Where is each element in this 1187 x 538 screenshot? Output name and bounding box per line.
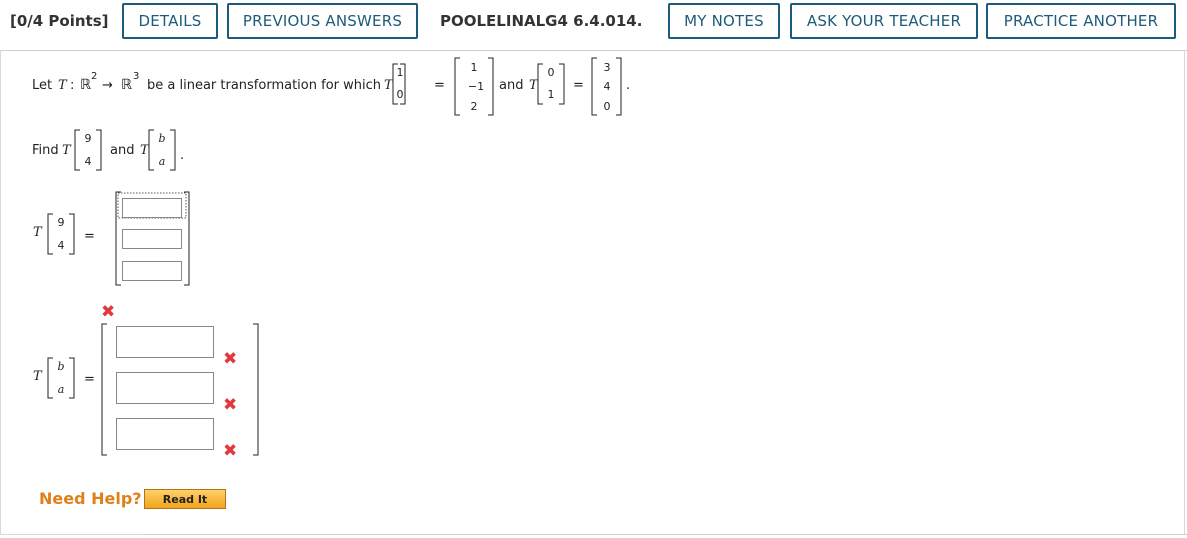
e2-entry-1: 0: [547, 66, 555, 79]
t-e2-entry-3: 0: [603, 100, 611, 113]
and-text: and: [499, 78, 524, 93]
transform-symbol: T: [58, 78, 67, 93]
arrow: →: [102, 78, 113, 93]
v2-entry-1: b: [158, 132, 166, 145]
x-mark-icon: ✖: [223, 349, 238, 369]
e2-entry-2: 1: [547, 88, 555, 101]
intro-text: Let: [32, 78, 53, 93]
transform-symbol: T: [62, 143, 71, 158]
equals: =: [84, 229, 95, 244]
v1-entry-1: 9: [57, 216, 65, 229]
x-mark-icon: ✖: [223, 441, 238, 461]
answer1-input-1[interactable]: [122, 198, 182, 219]
transform-symbol: T: [33, 369, 42, 384]
period: .: [180, 148, 185, 163]
x-mark-icon: ✖: [101, 302, 116, 322]
transform-symbol: T: [140, 143, 149, 158]
v1-entry-2: 4: [57, 239, 65, 252]
transform-symbol: T: [529, 78, 538, 93]
e1-entry-2: 0: [396, 88, 404, 101]
answer2-input-1[interactable]: [116, 326, 214, 358]
answer2-field-2[interactable]: [117, 373, 213, 403]
answer2-input-3[interactable]: [116, 418, 214, 450]
answer1-field-1[interactable]: [123, 200, 181, 219]
colon: :: [70, 78, 75, 93]
and-text: and: [110, 143, 135, 158]
read-it-button[interactable]: Read It: [144, 489, 226, 509]
divider: [144, 534, 1187, 535]
e1-entry-1: 1: [396, 66, 404, 79]
equals: =: [84, 372, 95, 387]
intro-rest: be a linear transformation for which: [147, 78, 381, 93]
answer2-field-3[interactable]: [117, 419, 213, 449]
t-e1-entry-2: −1: [467, 80, 485, 93]
codomain-R: ℝ: [121, 77, 133, 93]
t-e2-entry-2: 4: [603, 80, 611, 93]
transform-symbol: T: [33, 225, 42, 240]
answer1-field-2[interactable]: [123, 231, 181, 250]
t-e1-entry-3: 2: [470, 100, 478, 113]
t-e1-entry-1: 1: [470, 61, 478, 74]
equals: =: [434, 78, 445, 93]
answer2-input-2[interactable]: [116, 372, 214, 404]
answer1-field-3[interactable]: [123, 263, 181, 282]
v2-entry-2: a: [57, 383, 65, 396]
v2-entry-2: a: [158, 155, 166, 168]
v1-entry-1: 9: [84, 132, 92, 145]
period: .: [626, 78, 631, 93]
answer2-field-1[interactable]: [117, 327, 213, 357]
need-help-label: Need Help?: [39, 489, 142, 508]
codomain-exponent: 3: [133, 71, 140, 82]
v1-entry-2: 4: [84, 155, 92, 168]
v2-entry-1: b: [57, 360, 65, 373]
t-e2-entry-1: 3: [603, 61, 611, 74]
find-text: Find: [32, 143, 59, 158]
equals: =: [573, 78, 584, 93]
domain-R: ℝ: [80, 77, 92, 93]
x-mark-icon: ✖: [223, 395, 238, 415]
answer1-input-2[interactable]: [122, 229, 182, 250]
answer1-input-3[interactable]: [122, 261, 182, 282]
domain-exponent: 2: [91, 71, 98, 82]
